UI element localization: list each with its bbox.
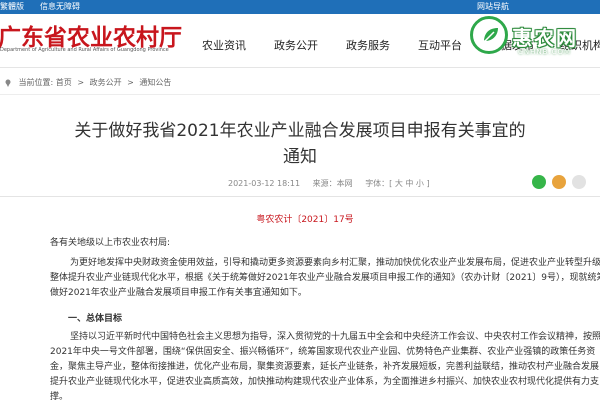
article-source: 来源：本网	[312, 179, 353, 188]
watermark-brand: 惠农网	[512, 26, 578, 50]
addressee: 各有关地级以上市农业农村局:	[50, 238, 171, 248]
weibo-icon[interactable]	[552, 175, 566, 189]
article-date: 2021-03-12 18:11	[228, 179, 301, 188]
breadcrumb: 当前位置: 首页 > 政务公开 > 通知公告	[4, 77, 171, 88]
document-number: 粤农农计〔2021〕17号	[256, 215, 354, 225]
location-pin-icon	[5, 79, 11, 87]
leaf-logo-icon	[470, 16, 508, 54]
nav-item-interaction[interactable]: 互动平台	[418, 37, 462, 53]
breadcrumb-notice[interactable]: 通知公告	[139, 78, 171, 87]
breadcrumb-label: 当前位置:	[18, 78, 54, 87]
article-title-line2: 通知	[283, 147, 317, 167]
nav-item-news[interactable]: 农业资讯	[202, 37, 246, 53]
nav-item-services[interactable]: 政务服务	[346, 37, 390, 53]
wechat-icon[interactable]	[532, 175, 546, 189]
watermark-logo: 惠农网 CNHNB.COM	[470, 14, 600, 70]
traditional-chinese-link[interactable]: 繁體版	[0, 0, 24, 14]
breadcrumb-separator: >	[127, 78, 134, 87]
paragraph-1: 为更好地发挥中央财政资金使用效益，引导和撬动更多资源要素向乡村汇聚，推动加快优化…	[50, 258, 600, 298]
watermark-url: CNHNB.COM	[518, 48, 572, 56]
article-title: 关于做好我省2021年农业产业融合发展项目申报有关事宜的 通知	[60, 118, 540, 170]
article-title-line1: 关于做好我省2021年农业产业融合发展项目申报有关事宜的	[74, 121, 526, 141]
site-nav-link[interactable]: 网站导航	[477, 0, 509, 14]
meta-divider	[0, 196, 600, 197]
site-header: 广东省农业农村厅 Department of Agriculture and R…	[0, 14, 600, 64]
site-subtitle: Department of Agriculture and Rural Affa…	[0, 47, 169, 53]
header-divider	[0, 67, 600, 68]
accessibility-link[interactable]: 信息无障碍	[40, 0, 80, 14]
nav-item-gov-affairs[interactable]: 政务公开	[274, 37, 318, 53]
section-heading: 一、总体目标	[68, 314, 123, 324]
top-bar: 繁體版 信息无障碍 网站导航	[0, 0, 600, 14]
breadcrumb-divider	[0, 94, 600, 95]
breadcrumb-gov[interactable]: 政务公开	[90, 78, 122, 87]
breadcrumb-home[interactable]: 首页	[56, 78, 72, 87]
qzone-icon[interactable]	[572, 175, 586, 189]
font-size-control[interactable]: 字体：[ 大 中 小 ]	[365, 179, 429, 188]
article-meta: 2021-03-12 18:11 来源：本网 字体：[ 大 中 小 ]	[228, 178, 440, 189]
breadcrumb-separator: >	[77, 78, 85, 87]
paragraph-2: 坚持以习近平新时代中国特色社会主义思想为指导，深入贯彻党的十九届五中全会和中央经…	[50, 332, 600, 400]
